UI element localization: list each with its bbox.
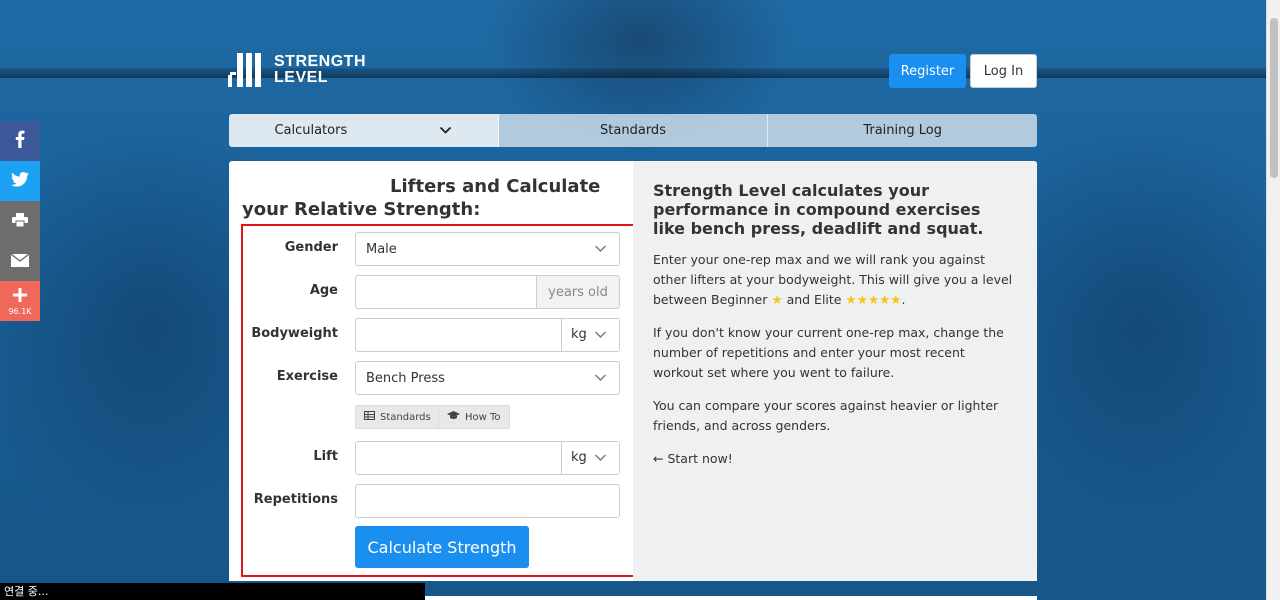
exercise-value: Bench Press — [366, 371, 445, 386]
repetitions-row: Repetitions — [243, 484, 640, 518]
standards-button[interactable]: Standards — [355, 405, 440, 429]
nav-training-log[interactable]: Training Log — [768, 114, 1037, 147]
nav-calculators[interactable]: Calculators — [229, 114, 499, 147]
info-paragraph-1: Enter your one-rep max and we will rank … — [653, 250, 1017, 310]
calculate-strength-button[interactable]: Calculate Strength — [355, 526, 529, 568]
login-button[interactable]: Log In — [970, 54, 1037, 88]
five-star-icon: ★★★★★ — [845, 292, 902, 307]
exercise-row: Exercise Bench Press — [243, 361, 640, 395]
info-p1-c: . — [901, 292, 906, 307]
howto-button[interactable]: How To — [438, 405, 510, 429]
repetitions-label: Repetitions — [253, 492, 338, 507]
gender-value: Male — [366, 242, 397, 257]
gender-select[interactable]: Male — [355, 232, 620, 266]
email-share-button[interactable] — [0, 241, 40, 281]
plus-icon — [13, 287, 27, 306]
start-now-link[interactable]: ← Start now! — [653, 449, 1017, 469]
register-button[interactable]: Register — [889, 54, 966, 88]
page-scrollbar[interactable] — [1266, 0, 1280, 600]
calculator-title: Lifters and Calculate your Relative Stre… — [242, 175, 612, 221]
age-suffix: years old — [536, 276, 619, 308]
site-logo[interactable]: STRENGTH LEVEL — [228, 53, 366, 87]
main-nav: Calculators Standards Training Log — [229, 114, 1037, 147]
facebook-icon — [15, 130, 25, 152]
chevron-down-icon — [594, 325, 607, 349]
standards-button-label: Standards — [380, 411, 431, 423]
lift-unit: kg — [571, 450, 587, 465]
share-count: 96.1K — [8, 306, 32, 316]
bodyweight-unit: kg — [571, 327, 587, 342]
age-input-group: years old — [355, 275, 620, 309]
chevron-down-icon — [439, 124, 452, 138]
content-strip — [425, 596, 1037, 600]
bodyweight-label: Bodyweight — [251, 326, 338, 341]
lift-input-group: kg — [355, 441, 620, 475]
print-icon — [12, 212, 28, 231]
lift-row: Lift kg — [243, 441, 640, 475]
envelope-icon — [10, 252, 30, 271]
calculator-card: Lifters and Calculate your Relative Stre… — [229, 161, 1037, 581]
repetitions-input[interactable] — [355, 484, 620, 518]
nav-standards[interactable]: Standards — [498, 114, 769, 147]
more-share-button[interactable]: 96.1K — [0, 281, 40, 321]
info-p1-b: and Elite — [786, 292, 842, 307]
exercise-select[interactable]: Bench Press — [355, 361, 620, 395]
logo-line2: LEVEL — [274, 69, 329, 86]
info-paragraph-3: You can compare your scores against heav… — [653, 398, 999, 433]
logo-icon — [228, 53, 266, 87]
age-row: Age years old — [243, 275, 640, 309]
info-paragraph-2: If you don't know your current one-rep m… — [653, 325, 1004, 380]
nav-training-log-label: Training Log — [863, 123, 942, 138]
browser-status-bar: 연결 중... — [0, 583, 425, 600]
nav-calculators-label: Calculators — [274, 123, 348, 138]
info-heading: Strength Level calculates your performan… — [653, 181, 984, 238]
graduation-cap-icon — [447, 411, 460, 423]
info-panel: Strength Level calculates your performan… — [633, 161, 1037, 581]
print-button[interactable] — [0, 201, 40, 241]
howto-button-label: How To — [465, 411, 501, 423]
barbell-background — [0, 68, 1266, 78]
exercise-label: Exercise — [276, 369, 338, 384]
calculator-form: Gender Male Age years old Bodyweight kg — [241, 224, 638, 577]
bodyweight-input-group: kg — [355, 318, 620, 352]
lift-label: Lift — [313, 449, 338, 464]
chevron-down-icon — [594, 368, 607, 392]
twitter-icon — [11, 171, 29, 191]
chevron-down-icon — [594, 448, 607, 472]
logo-line1: STRENGTH — [274, 53, 366, 70]
chevron-down-icon — [594, 239, 607, 263]
table-icon — [364, 411, 375, 423]
gender-label: Gender — [284, 240, 338, 255]
lift-unit-select[interactable]: kg — [561, 442, 619, 474]
title-line1: Lifters and Calculate — [390, 176, 601, 197]
title-line2: your Relative Strength: — [242, 199, 481, 220]
facebook-share-button[interactable] — [0, 121, 40, 161]
logo-text: STRENGTH LEVEL — [274, 54, 366, 86]
age-label: Age — [309, 283, 338, 298]
bodyweight-unit-select[interactable]: kg — [561, 319, 619, 351]
nav-standards-label: Standards — [600, 123, 666, 138]
twitter-share-button[interactable] — [0, 161, 40, 201]
gender-row: Gender Male — [243, 232, 640, 266]
scrollbar-thumb[interactable] — [1270, 18, 1278, 178]
social-share-bar: 96.1K — [0, 121, 40, 321]
star-icon: ★ — [771, 292, 783, 307]
bodyweight-row: Bodyweight kg — [243, 318, 640, 352]
